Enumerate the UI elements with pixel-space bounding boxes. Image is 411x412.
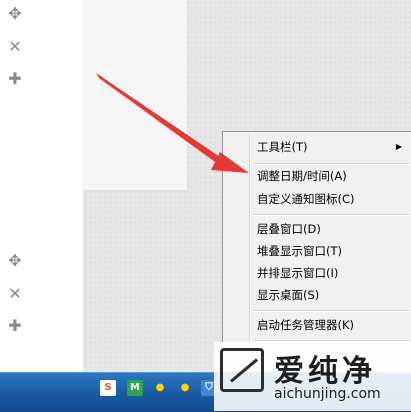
menu-item-label: 显示桌面(S) — [257, 288, 320, 302]
penguin-icon[interactable]: ● — [177, 380, 193, 396]
side-panel — [83, 0, 188, 191]
watermark-logo-icon — [220, 348, 264, 392]
menu-item-label: 调整日期/时间(A) — [257, 169, 347, 183]
taskbar-context-menu: 工具栏(T) ▶ 调整日期/时间(A) 自定义通知图标(C) 层叠窗口(D) 堆… — [222, 131, 411, 374]
menu-item-task-manager[interactable]: 启动任务管理器(K) — [257, 315, 408, 335]
watermark: 爱纯净 aichunjing.com — [214, 342, 411, 411]
move-icon[interactable]: ✥ — [6, 252, 24, 270]
menu-item-show-desktop[interactable]: 显示桌面(S) — [257, 285, 408, 305]
move-icon[interactable]: ✥ — [6, 5, 24, 23]
close-icon[interactable]: ✕ — [6, 38, 24, 56]
menu-item-customize-notification-icons[interactable]: 自定义通知图标(C) — [257, 189, 408, 209]
menu-item-label: 启动任务管理器(K) — [257, 318, 355, 332]
watermark-title: 爱纯净 — [274, 354, 376, 389]
left-toolbar-strip: ✥ ✕ ✚ ✥ ✕ ✚ — [0, 0, 83, 372]
menu-item-label: 自定义通知图标(C) — [257, 192, 355, 206]
security-icon[interactable]: M — [127, 380, 143, 396]
menu-item-adjust-date-time[interactable]: 调整日期/时间(A) — [257, 166, 408, 186]
menu-item-toolbars[interactable]: 工具栏(T) ▶ — [257, 137, 408, 157]
menu-item-side-by-side-windows[interactable]: 并排显示窗口(I) — [257, 263, 408, 283]
sogou-ime-icon[interactable]: S — [100, 380, 116, 396]
menu-separator — [253, 163, 410, 165]
submenu-arrow-icon: ▶ — [395, 142, 402, 151]
menu-item-label: 堆叠显示窗口(T) — [257, 244, 342, 258]
plus-icon[interactable]: ✚ — [6, 317, 24, 335]
menu-separator — [253, 310, 410, 312]
menu-item-label: 层叠窗口(D) — [257, 222, 321, 236]
close-icon[interactable]: ✕ — [6, 285, 24, 303]
menu-item-label: 工具栏(T) — [257, 140, 308, 154]
menu-separator — [253, 214, 410, 216]
menu-item-label: 并排显示窗口(I) — [257, 266, 339, 280]
plus-icon[interactable]: ✚ — [6, 70, 24, 88]
menu-item-cascade-windows[interactable]: 层叠窗口(D) — [257, 219, 408, 239]
penguin-icon[interactable]: ● — [152, 380, 168, 396]
menu-item-stack-windows[interactable]: 堆叠显示窗口(T) — [257, 241, 408, 261]
watermark-url: aichunjing.com — [274, 386, 381, 402]
